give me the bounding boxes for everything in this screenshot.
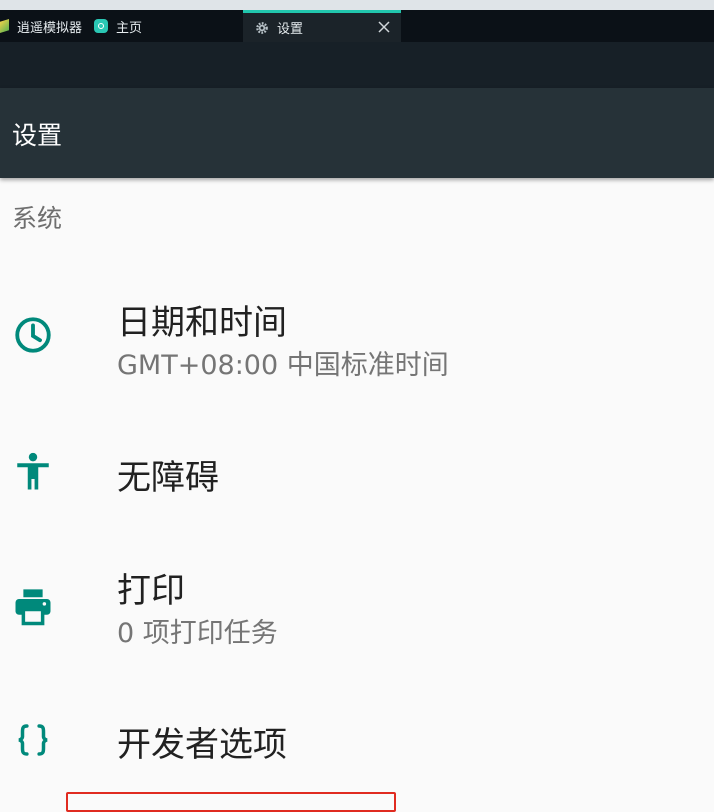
page-title: 设置 (12, 121, 63, 150)
settings-item-printing[interactable]: 打印 0 项打印任务 (0, 548, 714, 678)
settings-item-summary: 0 项打印任务 (117, 618, 278, 649)
tab-emulator-label: 逍遥模拟器 (17, 20, 83, 36)
settings-item-summary: GMT+08:00 中国标准时间 (117, 350, 449, 381)
emulator-tab-bar: 逍遥模拟器 主页 设置 (0, 10, 714, 42)
accessibility-icon (17, 452, 49, 490)
tab-home[interactable]: 主页 (94, 10, 142, 42)
home-app-icon (94, 19, 108, 33)
emulator-logo-icon (0, 19, 9, 33)
settings-item-developer-options[interactable]: 开发者选项 (0, 700, 714, 799)
settings-item-accessibility[interactable]: 无障碍 (0, 420, 714, 530)
clock-icon (15, 317, 51, 353)
section-header-system: 系统 (12, 204, 63, 233)
settings-item-title: 日期和时间 (117, 303, 287, 343)
tab-home-label: 主页 (116, 20, 143, 36)
settings-item-title: 打印 (117, 571, 185, 611)
tab-settings-label: 设置 (277, 22, 304, 37)
tab-settings[interactable]: 设置 (243, 10, 401, 42)
printer-icon (15, 589, 51, 626)
settings-item-title: 无障碍 (117, 458, 219, 498)
braces-icon (18, 724, 48, 756)
close-icon[interactable] (377, 20, 391, 34)
android-status-bar (0, 42, 714, 88)
app-bar: 设置 (0, 88, 714, 178)
highlight-annotation-box (66, 792, 396, 812)
tab-emulator[interactable]: 逍遥模拟器 (0, 10, 82, 42)
gear-icon (256, 21, 268, 34)
settings-item-title: 开发者选项 (117, 725, 287, 765)
settings-item-date-time[interactable]: 日期和时间 GMT+08:00 中国标准时间 (0, 280, 714, 410)
window-top-border (0, 0, 714, 10)
